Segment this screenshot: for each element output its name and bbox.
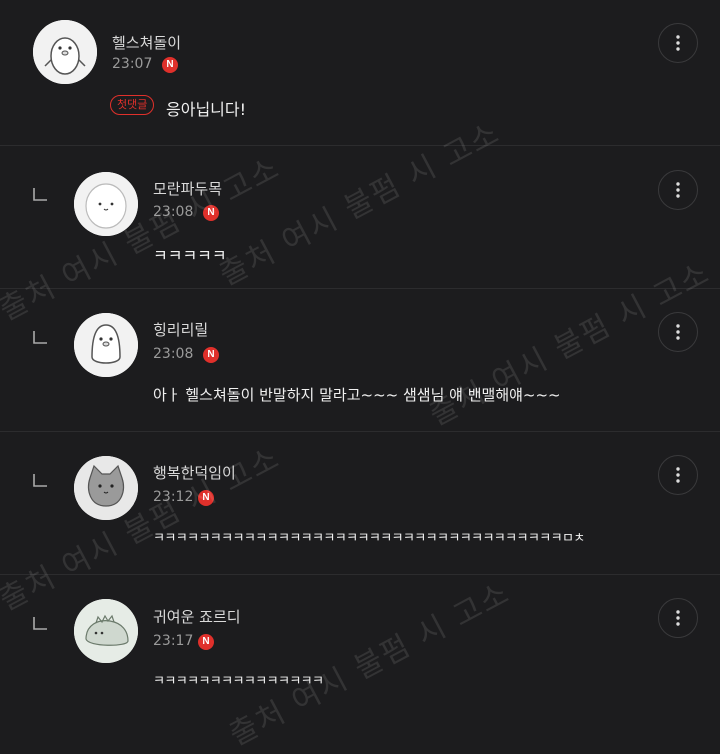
reply-arrow-icon: [32, 186, 48, 202]
comment-item: 헬스쳐돌이 23:07 N 첫댓글 응아닙니다!: [0, 0, 720, 145]
comment-item: 귀여운 죠르디 23:17 N ㅋㅋㅋㅋㅋㅋㅋㅋㅋㅋㅋㅋㅋㅋㅋ: [0, 575, 720, 720]
comment-item: 모란파두목 23:08 N ㅋㅋㅋㅋㅋ: [0, 146, 720, 288]
first-comment-badge: 첫댓글: [110, 95, 155, 115]
penguin-avatar-icon[interactable]: [33, 20, 97, 84]
comment-text: ㅋㅋㅋㅋㅋㅋㅋㅋㅋㅋㅋㅋㅋㅋㅋㅋㅋㅋㅋㅋㅋㅋㅋㅋㅋㅋㅋㅋㅋㅋㅋㅋㅋㅋㅋㅋㅁㅊ: [153, 531, 585, 546]
comment-time: 23:08: [153, 346, 194, 362]
comment-author[interactable]: 모란파두목: [153, 178, 222, 199]
cat-avatar-icon[interactable]: [74, 456, 138, 520]
comment-time: 23:07: [112, 56, 153, 72]
more-vertical-icon: [676, 610, 680, 626]
reply-arrow-icon: [32, 329, 48, 345]
more-button[interactable]: [658, 598, 698, 638]
more-button[interactable]: [658, 170, 698, 210]
comment-text: 응아닙니다!: [166, 100, 247, 119]
reply-arrow-icon: [32, 615, 48, 631]
penguin-avatar-icon[interactable]: [74, 313, 138, 377]
comment-time: 23:12: [153, 489, 194, 505]
comment-text: 아ㅏ 헬스쳐돌이 반말하지 말라고~~~ 샘샘님 얘 밴맬해얘~~~: [153, 386, 561, 404]
new-badge: N: [203, 205, 219, 221]
dinosaur-avatar-icon[interactable]: [74, 599, 138, 663]
comment-item: 행복한덕임이 23:12 N ㅋㅋㅋㅋㅋㅋㅋㅋㅋㅋㅋㅋㅋㅋㅋㅋㅋㅋㅋㅋㅋㅋㅋㅋㅋ…: [0, 432, 720, 574]
more-vertical-icon: [676, 35, 680, 51]
more-button[interactable]: [658, 312, 698, 352]
new-badge: N: [203, 347, 219, 363]
comment-author[interactable]: 행복한덕임이: [153, 462, 236, 483]
comment-item: 힝리리릴 23:08 N 아ㅏ 헬스쳐돌이 반말하지 말라고~~~ 샘샘님 얘 …: [0, 289, 720, 431]
blob-avatar-icon[interactable]: [74, 172, 138, 236]
new-badge: N: [198, 634, 214, 650]
more-button[interactable]: [658, 23, 698, 63]
comment-author[interactable]: 헬스쳐돌이: [112, 32, 181, 53]
more-vertical-icon: [676, 467, 680, 483]
comment-time: 23:17: [153, 633, 194, 649]
more-vertical-icon: [676, 324, 680, 340]
new-badge: N: [162, 57, 178, 73]
new-badge: N: [198, 490, 214, 506]
comment-time: 23:08: [153, 204, 194, 220]
more-button[interactable]: [658, 455, 698, 495]
comment-text: ㅋㅋㅋㅋㅋ: [153, 246, 227, 265]
comment-author[interactable]: 귀여운 죠르디: [153, 606, 241, 627]
more-vertical-icon: [676, 182, 680, 198]
comment-author[interactable]: 힝리리릴: [153, 319, 208, 340]
comment-text: ㅋㅋㅋㅋㅋㅋㅋㅋㅋㅋㅋㅋㅋㅋㅋ: [153, 674, 324, 689]
reply-arrow-icon: [32, 472, 48, 488]
